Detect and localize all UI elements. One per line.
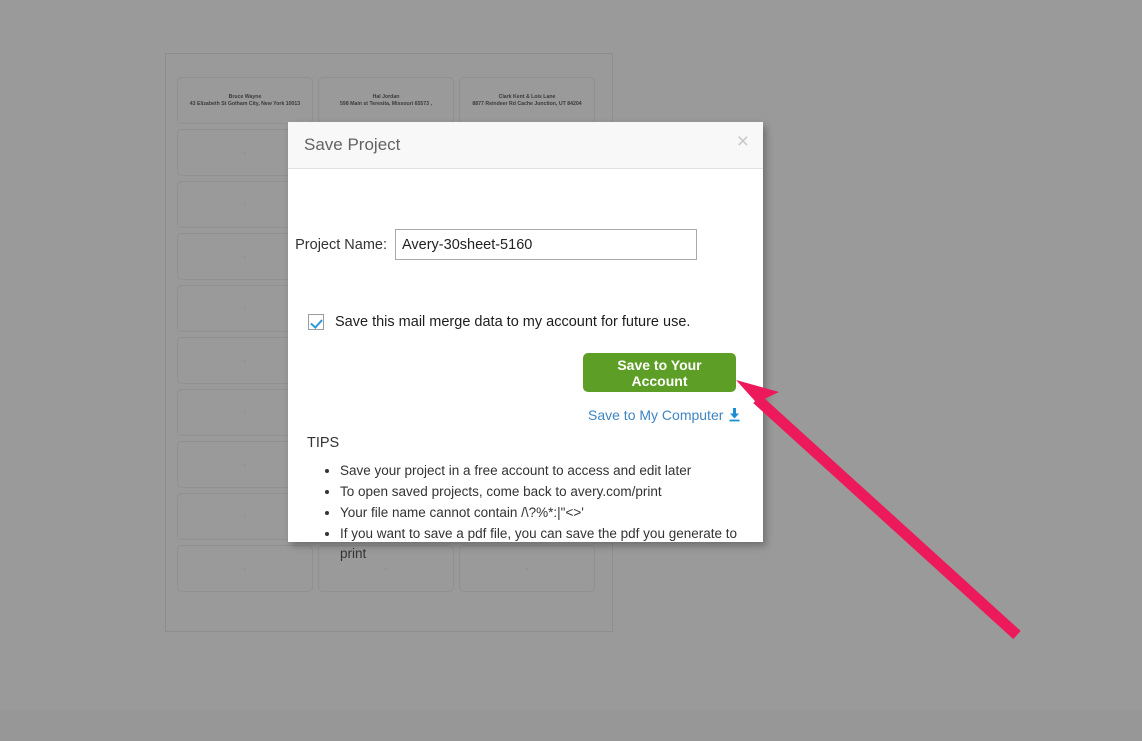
label-placeholder-text: , [244, 149, 245, 156]
dialog-title: Save Project [304, 135, 400, 155]
tips-list-item: Save your project in a free account to a… [340, 461, 750, 481]
label-placeholder-text: , [385, 565, 386, 572]
tips-heading: TIPS [307, 435, 339, 451]
close-icon[interactable]: × [737, 131, 749, 153]
label-recipient-address: 43 Elizabeth St Gotham City, New York 10… [190, 101, 300, 108]
project-name-input[interactable] [395, 229, 697, 260]
label-placeholder-text: , [244, 201, 245, 208]
dialog-body: Project Name: Save this mail merge data … [288, 169, 763, 542]
label-placeholder-text: , [244, 305, 245, 312]
label-recipient-name: Bruce Wayne [229, 94, 262, 101]
label-recipient-address: 8877 Reindeer Rd Cache Junction, UT 8420… [472, 101, 581, 108]
label-cell[interactable]: Clark Kent & Lois Lane8877 Reindeer Rd C… [459, 77, 595, 124]
download-icon [728, 408, 741, 425]
label-recipient-name: Clark Kent & Lois Lane [499, 94, 556, 101]
project-name-label: Project Name: [288, 237, 395, 253]
save-merge-label: Save this mail merge data to my account … [335, 314, 690, 330]
save-to-my-computer-label: Save to My Computer [588, 407, 723, 423]
label-placeholder-text: , [244, 565, 245, 572]
label-cell[interactable]: , [177, 545, 313, 592]
save-to-your-account-button[interactable]: Save to Your Account [583, 353, 736, 392]
label-placeholder-text: , [244, 461, 245, 468]
project-name-row: Project Name: [288, 229, 763, 260]
save-to-my-computer-link[interactable]: Save to My Computer [588, 407, 736, 425]
label-recipient-address: 598 Main st Teresita, Missouri 65573 , [340, 101, 432, 108]
label-cell[interactable]: Bruce Wayne43 Elizabeth St Gotham City, … [177, 77, 313, 124]
tips-list-item: To open saved projects, come back to ave… [340, 482, 750, 502]
dialog-header: Save Project × [288, 122, 763, 169]
save-merge-row[interactable]: Save this mail merge data to my account … [308, 314, 690, 330]
tips-list: Save your project in a free account to a… [324, 461, 750, 565]
label-placeholder-text: , [244, 253, 245, 260]
label-placeholder-text: , [244, 409, 245, 416]
tips-list-item: If you want to save a pdf file, you can … [340, 524, 750, 564]
label-cell[interactable]: Hal Jordan598 Main st Teresita, Missouri… [318, 77, 454, 124]
save-merge-checkbox[interactable] [308, 314, 324, 330]
label-placeholder-text: , [526, 565, 527, 572]
save-project-dialog: Save Project × Project Name: Save this m… [288, 122, 763, 542]
tips-list-item: Your file name cannot contain /\?%*:|"<>… [340, 503, 750, 523]
label-placeholder-text: , [244, 357, 245, 364]
label-recipient-name: Hal Jordan [373, 94, 400, 101]
label-placeholder-text: , [244, 513, 245, 520]
backdrop-band [0, 710, 1142, 741]
